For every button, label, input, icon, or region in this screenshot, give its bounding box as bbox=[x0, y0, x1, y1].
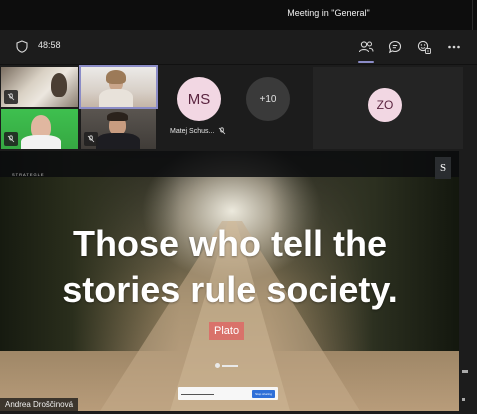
meeting-toolbar: 48:58 bbox=[0, 30, 477, 65]
participant-name-row: Matej Schus... bbox=[170, 127, 226, 135]
participant-figure-hair bbox=[106, 70, 126, 84]
mic-off-icon bbox=[219, 127, 226, 135]
mic-off-icon bbox=[87, 135, 95, 143]
participant-gallery: MS +10 Matej Schus... ZO bbox=[0, 65, 477, 151]
participant-avatar-tile[interactable]: ZO bbox=[313, 67, 463, 149]
presenter-name-label: Andrea Droščinová bbox=[0, 398, 79, 411]
participants-button[interactable] bbox=[355, 36, 377, 63]
footer-logo-mark bbox=[222, 364, 238, 367]
mic-off-icon bbox=[7, 93, 15, 101]
participant-figure-body bbox=[21, 135, 61, 149]
mic-muted-indicator bbox=[4, 90, 18, 104]
people-icon bbox=[358, 41, 374, 53]
participant-video-tile[interactable] bbox=[1, 109, 78, 149]
stop-sharing-button[interactable]: Stop sharing bbox=[252, 389, 275, 398]
participant-video-tile-speaking[interactable] bbox=[79, 65, 158, 109]
meeting-timer: 48:58 bbox=[38, 40, 61, 50]
shield-icon bbox=[16, 40, 28, 53]
screen-share-banner: ▬▬▬▬▬▬▬▬▬▬▬ Stop sharing bbox=[178, 387, 278, 400]
footer-logo-icon bbox=[215, 363, 220, 368]
participant-figure bbox=[51, 73, 67, 97]
reactions-button[interactable] bbox=[413, 36, 435, 58]
participant-video-tile[interactable] bbox=[1, 67, 78, 107]
slide-quote: Those who tell the stories rule society. bbox=[62, 223, 398, 310]
slide-logo-badge: S bbox=[435, 157, 451, 179]
participant-avatar-tile[interactable]: MS +10 Matej Schus... bbox=[160, 67, 310, 149]
presentation-slide: STRATEGLE S Those who tell the stories r… bbox=[0, 151, 459, 411]
more-participants-button[interactable]: +10 bbox=[246, 77, 290, 121]
share-banner-text: ▬▬▬▬▬▬▬▬▬▬▬ bbox=[181, 391, 214, 396]
participant-figure-body bbox=[99, 89, 133, 107]
mic-muted-indicator bbox=[4, 132, 18, 146]
slide-brand: STRATEGLE bbox=[12, 172, 45, 177]
reactions-icon bbox=[417, 40, 431, 54]
chat-button[interactable] bbox=[384, 36, 406, 58]
title-bar-divider bbox=[472, 0, 473, 30]
mic-muted-indicator bbox=[84, 132, 98, 146]
shared-screen: STRATEGLE S Those who tell the stories r… bbox=[0, 151, 459, 411]
participant-figure-hair bbox=[107, 112, 128, 121]
chat-icon bbox=[388, 40, 402, 54]
title-bar: Meeting in "General" bbox=[0, 0, 477, 30]
more-icon bbox=[448, 45, 460, 49]
right-edge-rail bbox=[459, 151, 477, 414]
teams-meeting-window: Meeting in "General" 48:58 MS +10 Matej … bbox=[0, 0, 477, 414]
mic-off-icon bbox=[7, 135, 15, 143]
participant-video-tile[interactable] bbox=[81, 109, 156, 149]
window-title: Meeting in "General" bbox=[287, 8, 370, 18]
participant-figure-body bbox=[96, 133, 140, 149]
more-options-button[interactable] bbox=[443, 36, 465, 58]
avatar: ZO bbox=[368, 88, 402, 122]
rail-marker bbox=[462, 398, 465, 401]
avatar: MS bbox=[177, 77, 221, 121]
slide-header-bar bbox=[0, 151, 459, 177]
slide-footer-logo bbox=[215, 363, 238, 368]
rail-marker bbox=[462, 370, 468, 373]
slide-author: Plato bbox=[209, 322, 245, 340]
participant-name: Matej Schus... bbox=[170, 127, 215, 135]
